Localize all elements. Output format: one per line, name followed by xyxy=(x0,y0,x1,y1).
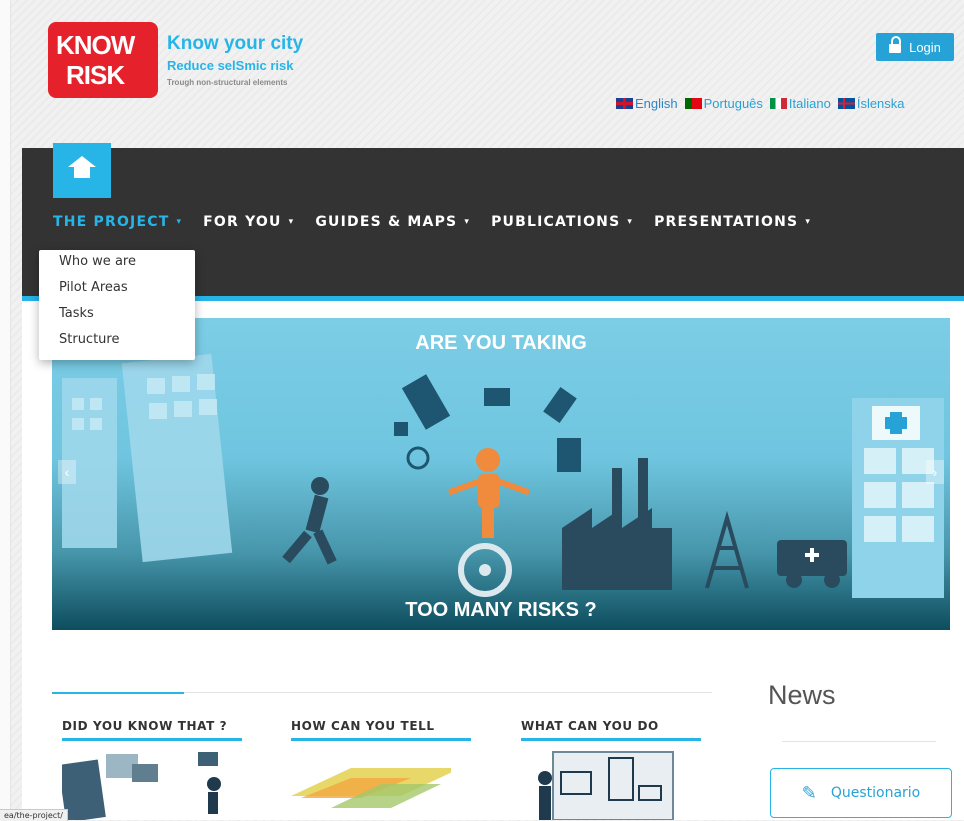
hero-illustration xyxy=(62,353,944,598)
hero-slider: ARE YOU TAKING TOO MANY RISKS ? ‹ › xyxy=(52,318,950,630)
tagline-main: Know your city xyxy=(167,33,304,54)
language-label: Íslenska xyxy=(856,96,905,111)
news-heading: News xyxy=(768,680,836,710)
nav-label: GUIDES & MAPS xyxy=(315,214,458,230)
tagline-small: Trough non-structural elements xyxy=(167,78,288,87)
nav-item-publications[interactable]: PUBLICATIONS ▾ xyxy=(491,214,633,230)
status-bar-url: ea/the-project/ xyxy=(0,809,68,821)
language-italian[interactable]: Italiano xyxy=(769,96,831,111)
language-label: Italiano xyxy=(788,96,831,111)
slider-next-button[interactable]: › xyxy=(926,460,944,484)
section-divider xyxy=(184,692,712,693)
caret-down-icon: ▾ xyxy=(288,217,295,227)
dropdown-item-pilot-areas[interactable]: Pilot Areas xyxy=(39,280,195,306)
is-flag-icon xyxy=(837,98,855,109)
did-you-know-underline xyxy=(62,738,242,741)
language-label: English xyxy=(635,96,678,111)
pt-flag-icon xyxy=(684,98,702,109)
caret-down-icon: ▾ xyxy=(805,217,812,227)
hero-subtitle: TOO MANY RISKS ? xyxy=(405,599,597,621)
what-can-you-do-underline xyxy=(521,738,701,741)
dropdown-item-structure[interactable]: Structure xyxy=(39,332,195,358)
language-switcher: English Português Italiano Íslenska xyxy=(616,96,905,111)
nav-item-the-project[interactable]: THE PROJECT ▾ xyxy=(53,214,182,230)
logo-text-know: KNOW xyxy=(56,30,135,60)
home-icon xyxy=(68,155,96,180)
slider-prev-button[interactable]: ‹ xyxy=(58,460,76,484)
chevron-right-icon: › xyxy=(932,464,938,480)
what-can-you-do-image[interactable] xyxy=(521,748,681,820)
language-icelandic[interactable]: Íslenska xyxy=(837,96,905,111)
know-risk-logo[interactable]: KNOW RISK xyxy=(48,22,158,98)
nav-label: THE PROJECT xyxy=(53,214,170,230)
project-dropdown-menu: Who we are Pilot Areas Tasks Structure xyxy=(39,250,195,360)
home-button[interactable] xyxy=(53,143,111,198)
news-divider xyxy=(782,741,936,742)
dropdown-item-who-we-are[interactable]: Who we are xyxy=(39,254,195,280)
nav-label: PUBLICATIONS xyxy=(491,214,621,230)
nav-item-for-you[interactable]: FOR YOU ▾ xyxy=(203,214,294,230)
nav-label: PRESENTATIONS xyxy=(654,214,799,230)
questionnaire-label: Questionario xyxy=(830,785,921,801)
language-english[interactable]: English xyxy=(616,96,678,111)
caret-down-icon: ▾ xyxy=(176,217,183,227)
lock-icon xyxy=(889,36,902,53)
section-accent-line xyxy=(52,692,184,694)
uk-flag-icon xyxy=(616,98,633,109)
login-label: Login xyxy=(909,39,941,55)
how-can-you-tell-underline xyxy=(291,738,471,741)
language-portuguese[interactable]: Português xyxy=(684,96,763,111)
caret-down-icon: ▾ xyxy=(627,217,634,227)
nav-item-guides-maps[interactable]: GUIDES & MAPS ▾ xyxy=(315,214,470,230)
pencil-icon: ✎ xyxy=(801,782,817,804)
nav-item-presentations[interactable]: PRESENTATIONS ▾ xyxy=(654,214,811,230)
chevron-left-icon: ‹ xyxy=(64,464,70,480)
how-can-you-tell-image[interactable] xyxy=(291,748,451,820)
tagline-sub: Reduce selSmic risk xyxy=(167,58,294,73)
nav-menu: THE PROJECT ▾ FOR YOU ▾ GUIDES & MAPS ▾ … xyxy=(53,214,811,230)
it-flag-icon xyxy=(769,98,787,109)
page-left-edge xyxy=(0,0,11,820)
questionnaire-button[interactable]: ✎ Questionario xyxy=(770,768,952,818)
caret-down-icon: ▾ xyxy=(464,217,471,227)
nav-label: FOR YOU xyxy=(203,214,282,230)
login-button[interactable]: Login xyxy=(876,33,954,61)
what-can-you-do-title[interactable]: WHAT CAN YOU DO xyxy=(521,719,659,733)
did-you-know-title[interactable]: DID YOU KNOW THAT ? xyxy=(62,719,227,733)
dropdown-item-tasks[interactable]: Tasks xyxy=(39,306,195,332)
how-can-you-tell-title[interactable]: HOW CAN YOU TELL xyxy=(291,719,435,733)
language-label: Português xyxy=(703,96,763,111)
logo-text-risk: RISK xyxy=(66,60,125,90)
did-you-know-image[interactable] xyxy=(62,748,222,820)
